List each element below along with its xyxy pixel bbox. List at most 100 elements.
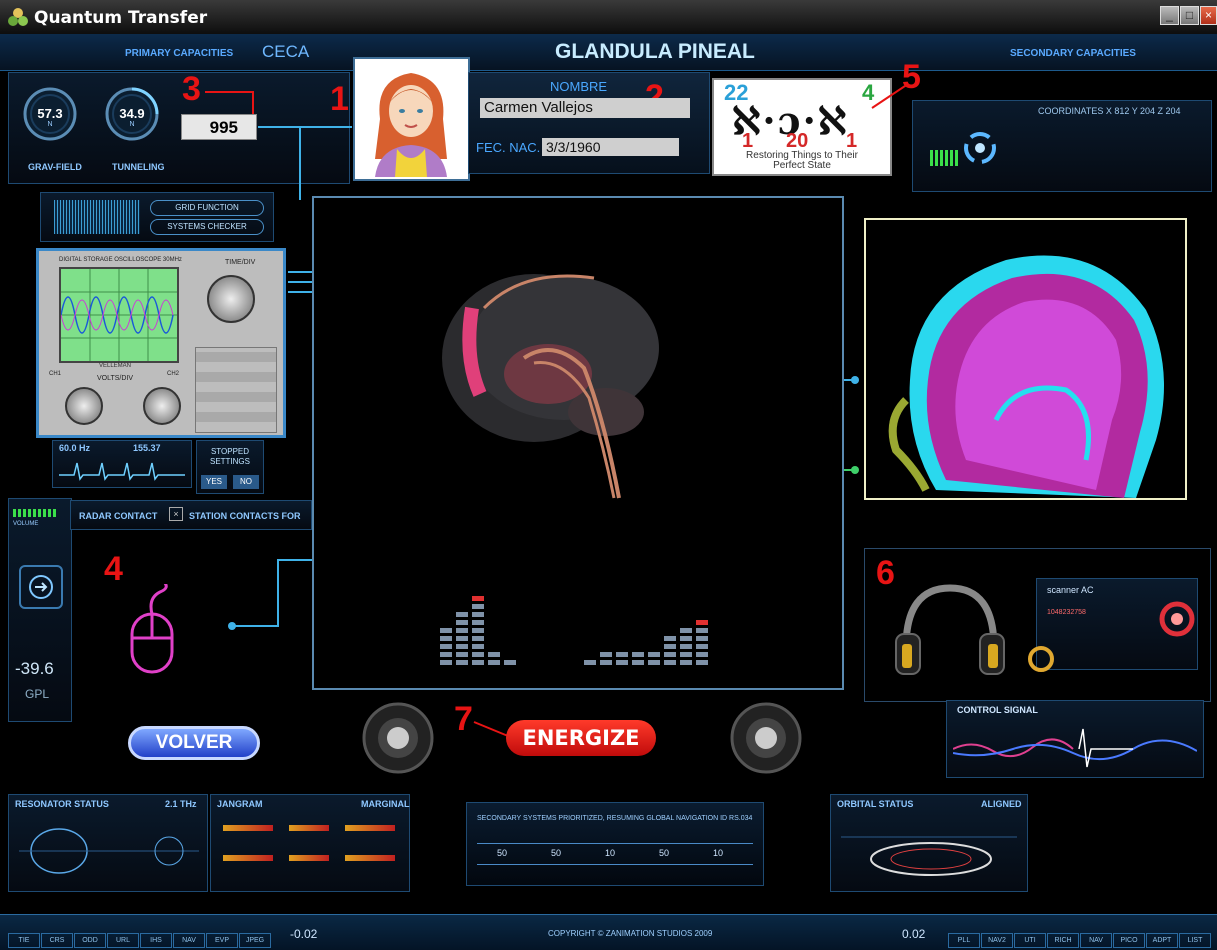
dob-label: FEC. NAC. — [476, 140, 541, 155]
footer-tab[interactable]: ADPT — [1146, 933, 1178, 948]
ch1-volts-knob[interactable] — [65, 387, 103, 425]
radar-header: RADAR CONTACT × STATION CONTACTS FOR — [70, 500, 312, 530]
resonator-value: 2.1 THz — [165, 799, 197, 809]
gold-ring-icon — [1028, 646, 1054, 672]
jangram-bar-2 — [289, 825, 329, 831]
counter-field[interactable]: 995 — [181, 114, 257, 140]
scanner-label: scanner AC — [1047, 585, 1094, 595]
volts-div-label: VOLTS/DIV — [97, 375, 134, 382]
scale-mark: 10 — [713, 848, 724, 858]
volume-label: VOLUME — [13, 521, 39, 527]
orbital-status-panel: ORBITAL STATUS ALIGNED — [830, 794, 1028, 892]
ceca-label: CECA — [262, 42, 310, 61]
equalizer-segment — [456, 644, 468, 649]
equalizer-segment — [472, 652, 484, 657]
radar-close-icon[interactable]: × — [169, 507, 183, 521]
equalizer-segment — [616, 652, 628, 657]
status-box: STOPPED SETTINGS YES NO — [196, 440, 264, 494]
orbital-status-label: ORBITAL STATUS — [837, 799, 914, 809]
equalizer-segment — [456, 612, 468, 617]
scanner-ring-icon — [1159, 601, 1195, 637]
volver-button[interactable]: VOLVER — [128, 726, 260, 760]
dob-field[interactable]: 3/3/1960 — [542, 138, 679, 156]
equalizer-segment — [456, 620, 468, 625]
tunneling-gauge: 34.9 N — [104, 86, 160, 146]
close-button[interactable]: × — [1200, 6, 1217, 25]
annotation-1: 1 — [330, 80, 349, 118]
jangram-label: JANGRAM — [217, 799, 263, 809]
scale-mark: 10 — [605, 848, 616, 858]
footer-tab[interactable]: LIST — [1179, 933, 1211, 948]
energize-button[interactable]: ENERGIZE — [506, 720, 656, 756]
scanner-code: 1048232758 — [1047, 609, 1086, 616]
equalizer-segment — [696, 620, 708, 625]
footer-tab[interactable]: NAV2 — [981, 933, 1013, 948]
window-title: Quantum Transfer — [34, 8, 208, 28]
footer-tab[interactable]: PLL — [948, 933, 980, 948]
tunneling-label: TUNNELING — [112, 162, 165, 172]
yes-button[interactable]: YES — [201, 475, 227, 489]
footer-tab[interactable]: UTI — [1014, 933, 1046, 948]
oscilloscope-brand: VELLEMAN — [99, 363, 132, 369]
tunneling-value: 34.9 — [119, 106, 145, 121]
no-button[interactable]: NO — [233, 475, 259, 489]
page-title: GLANDULA PINEAL — [555, 40, 755, 63]
volume-panel: VOLUME -39.6 GPL — [8, 498, 72, 722]
jangram-bar-4 — [223, 855, 273, 861]
card-caption-2: Perfect State — [773, 160, 831, 171]
amplitude-label: 155.37 — [133, 443, 161, 453]
grid-function-button[interactable]: GRID FUNCTION — [150, 200, 264, 216]
scale-mark: 50 — [659, 848, 670, 858]
systems-checker-button[interactable]: SYSTEMS CHECKER — [150, 219, 264, 235]
equalizer — [440, 578, 720, 668]
oscilloscope-button-grid[interactable] — [195, 347, 277, 433]
minimize-button[interactable]: _ — [1160, 6, 1179, 25]
equalizer-segment — [472, 620, 484, 625]
jangram-bar-3 — [345, 825, 395, 831]
right-readout: 0.02 — [902, 927, 926, 941]
footer-tab[interactable]: ODD — [74, 933, 106, 948]
equalizer-segment — [680, 652, 692, 657]
ch2-volts-knob[interactable] — [143, 387, 181, 425]
footer-tab[interactable]: EVP — [206, 933, 238, 948]
equalizer-segment — [616, 660, 628, 665]
footer-tab[interactable]: NAV — [1080, 933, 1112, 948]
footer-tab[interactable]: TIE — [8, 933, 40, 948]
equalizer-segment — [680, 636, 692, 641]
footer-tab[interactable]: RICH — [1047, 933, 1079, 948]
copyright-text: COPYRIGHT © ZANIMATION STUDIOS 2009 — [548, 929, 713, 938]
time-div-knob[interactable] — [207, 275, 255, 323]
name-field[interactable]: Carmen Vallejos — [480, 98, 690, 118]
equalizer-segment — [472, 604, 484, 609]
equalizer-segment — [456, 636, 468, 641]
footer-tab[interactable]: NAV — [173, 933, 205, 948]
equalizer-segment — [456, 652, 468, 657]
equalizer-segment — [680, 644, 692, 649]
nav-arrow-button[interactable] — [19, 565, 63, 609]
equalizer-segment — [472, 660, 484, 665]
grav-field-gauge: 57.3 N — [22, 86, 78, 146]
footer-tab[interactable]: JPEG — [239, 933, 271, 948]
radar-contact-label: RADAR CONTACT — [79, 511, 158, 521]
level-meter — [930, 150, 958, 166]
speaker-left-icon — [362, 702, 434, 774]
navigation-scale: 50 50 10 50 10 — [477, 843, 753, 865]
vortex-icon — [964, 132, 996, 164]
headphones-icon — [895, 584, 1005, 675]
equalizer-segment — [472, 612, 484, 617]
annotation-3: 3 — [182, 70, 201, 108]
mouse-icon — [130, 584, 174, 674]
maximize-button[interactable]: □ — [1180, 6, 1199, 25]
jangram-bar-6 — [345, 855, 395, 861]
footer-tab[interactable]: URL — [107, 933, 139, 948]
jangram-panel: JANGRAM MARGINAL — [210, 794, 410, 892]
footer-tab[interactable]: PICO — [1113, 933, 1145, 948]
time-div-label: TIME/DIV — [225, 259, 256, 266]
navigation-panel: SECONDARY SYSTEMS PRIORITIZED, RESUMING … — [466, 802, 764, 886]
equalizer-segment — [440, 628, 452, 633]
footer-tab[interactable]: IHS — [140, 933, 172, 948]
footer-tab[interactable]: CRS — [41, 933, 73, 948]
equalizer-segment — [664, 636, 676, 641]
grav-field-unit: N — [47, 121, 53, 128]
scale-mark: 50 — [551, 848, 562, 858]
